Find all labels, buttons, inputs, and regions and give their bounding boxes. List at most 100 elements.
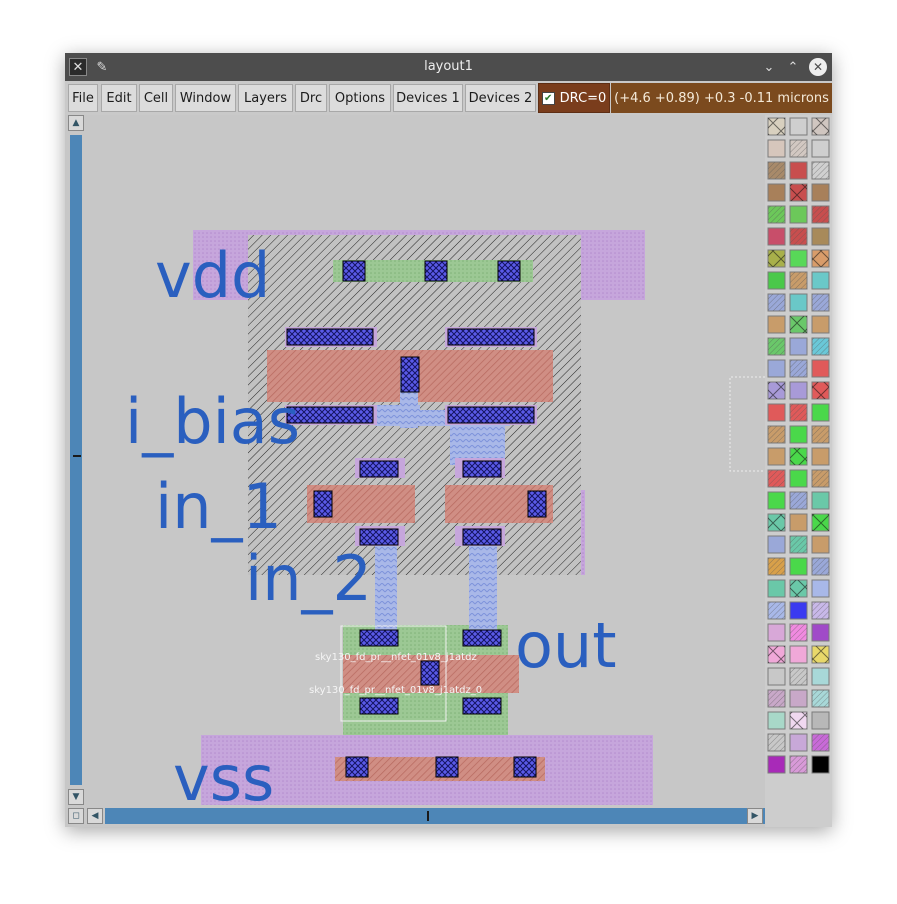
layer-swatch[interactable] <box>789 249 808 268</box>
layer-swatch[interactable] <box>767 755 786 774</box>
layer-swatch-pattern <box>790 492 807 509</box>
menu-window[interactable]: Window <box>175 84 236 112</box>
layer-swatch[interactable] <box>811 623 830 642</box>
layer-swatch[interactable] <box>811 579 830 598</box>
layer-swatch[interactable] <box>789 689 808 708</box>
layer-swatch[interactable] <box>767 315 786 334</box>
check-icon[interactable]: ✔ <box>541 91 555 105</box>
layer-swatch[interactable] <box>811 447 830 466</box>
menu-options[interactable]: Options <box>329 84 391 112</box>
layer-swatch[interactable] <box>789 337 808 356</box>
layer-swatch[interactable] <box>789 513 808 532</box>
drc-toggle[interactable]: ✔ DRC=0 <box>538 83 610 113</box>
menu-devices-2[interactable]: Devices 2 <box>465 84 536 112</box>
menu-drc[interactable]: Drc <box>295 84 327 112</box>
layer-swatch[interactable] <box>767 271 786 290</box>
layer-swatch[interactable] <box>767 623 786 642</box>
layer-swatch-pattern <box>790 404 807 421</box>
close-icon[interactable]: ✕ <box>809 58 827 76</box>
scroll-up-icon[interactable]: ▲ <box>68 115 84 131</box>
layer-swatch[interactable] <box>789 557 808 576</box>
layer-swatch-pattern <box>812 426 829 443</box>
menu-file[interactable]: File <box>68 84 98 112</box>
vertical-scroll-track[interactable] <box>70 135 82 785</box>
layout-canvas[interactable]: sky130_fd_pr__nfet_01v8_j1atdz sky130_fd… <box>85 115 765 807</box>
layer-swatch[interactable] <box>789 161 808 180</box>
layer-swatch[interactable] <box>767 139 786 158</box>
layer-swatch[interactable] <box>767 711 786 730</box>
layer-swatch[interactable] <box>811 139 830 158</box>
menu-layers[interactable]: Layers <box>238 84 293 112</box>
layer-swatch[interactable] <box>767 579 786 598</box>
layer-swatch[interactable] <box>811 227 830 246</box>
horizontal-scroll-thumb-marker[interactable] <box>427 811 429 821</box>
layer-swatch[interactable] <box>767 667 786 686</box>
layer-swatch-pattern <box>768 646 785 663</box>
layer-swatch-grid-icon[interactable] <box>765 115 832 827</box>
layer-swatch-pattern <box>790 536 807 553</box>
layer-swatch-pattern <box>812 294 829 311</box>
layer-swatch[interactable] <box>811 359 830 378</box>
menu-edit[interactable]: Edit <box>101 84 137 112</box>
layer-swatch[interactable] <box>811 271 830 290</box>
label-out: out <box>515 609 617 682</box>
layer-swatch-pattern <box>768 734 785 751</box>
layer-swatch-pattern <box>768 602 785 619</box>
layer-swatch-pattern <box>790 756 807 773</box>
layer-swatch[interactable] <box>767 491 786 510</box>
horizontal-scroll-track[interactable] <box>105 808 765 824</box>
zoom-fit-icon[interactable]: ◻ <box>68 808 84 824</box>
layer-swatch-pattern <box>768 294 785 311</box>
scroll-down-icon[interactable]: ▼ <box>68 789 84 805</box>
layer-swatch[interactable] <box>811 491 830 510</box>
layer-swatch[interactable] <box>789 469 808 488</box>
layer-swatch[interactable] <box>789 293 808 312</box>
scroll-right-icon[interactable]: ▶ <box>747 808 763 824</box>
layer-swatch[interactable] <box>767 447 786 466</box>
maximize-icon[interactable]: ⌃ <box>784 58 802 76</box>
layer-swatch-pattern <box>768 426 785 443</box>
layer-swatch[interactable] <box>789 425 808 444</box>
layer-swatch[interactable] <box>789 205 808 224</box>
layer-swatch-pattern <box>768 690 785 707</box>
layer-swatch-pattern <box>790 316 807 333</box>
drc-label: DRC=0 <box>559 90 607 106</box>
minimize-icon[interactable]: ⌄ <box>760 58 778 76</box>
layer-swatch[interactable] <box>811 403 830 422</box>
vertical-scrollbar[interactable]: ▲ ▼ <box>68 115 84 808</box>
layout-drawing[interactable]: sky130_fd_pr__nfet_01v8_j1atdz sky130_fd… <box>85 115 765 807</box>
layer-swatch[interactable] <box>789 381 808 400</box>
layer-swatch-pattern <box>812 514 829 531</box>
layer-swatch[interactable] <box>789 645 808 664</box>
layer-swatch-pattern <box>812 646 829 663</box>
title-bar: ✕ ✎ layout1 ⌄ ⌃ ✕ <box>65 53 832 81</box>
menu-bar: File Edit Cell Window Layers Drc Options… <box>65 81 832 115</box>
layer-swatch[interactable] <box>789 117 808 136</box>
layer-swatch[interactable] <box>767 359 786 378</box>
layer-palette[interactable] <box>765 115 832 827</box>
layer-swatch[interactable] <box>789 733 808 752</box>
layer-swatch[interactable] <box>811 535 830 554</box>
layer-swatch-pattern <box>790 360 807 377</box>
vertical-scroll-thumb-marker[interactable] <box>73 455 81 457</box>
scroll-left-icon[interactable]: ◀ <box>87 808 103 824</box>
layer-swatch[interactable] <box>811 755 830 774</box>
layer-swatch-pattern <box>790 668 807 685</box>
window-title: layout1 <box>424 59 473 74</box>
layer-swatch[interactable] <box>767 535 786 554</box>
layer-swatch[interactable] <box>811 183 830 202</box>
menu-cell[interactable]: Cell <box>139 84 173 112</box>
layer-swatch[interactable] <box>767 227 786 246</box>
layer-swatch[interactable] <box>811 315 830 334</box>
layer-swatch-pattern <box>768 514 785 531</box>
layer-swatch[interactable] <box>811 667 830 686</box>
layer-swatch[interactable] <box>767 403 786 422</box>
coordinate-readout: (+4.6 +0.89) +0.3 -0.11 microns <box>611 83 832 113</box>
layer-swatch-pattern <box>812 690 829 707</box>
menu-devices-1[interactable]: Devices 1 <box>393 84 463 112</box>
layer-swatch-pattern <box>768 470 785 487</box>
layer-swatch[interactable] <box>767 183 786 202</box>
layer-swatch-pattern <box>812 162 829 179</box>
layer-swatch[interactable] <box>811 711 830 730</box>
layer-swatch[interactable] <box>789 601 808 620</box>
